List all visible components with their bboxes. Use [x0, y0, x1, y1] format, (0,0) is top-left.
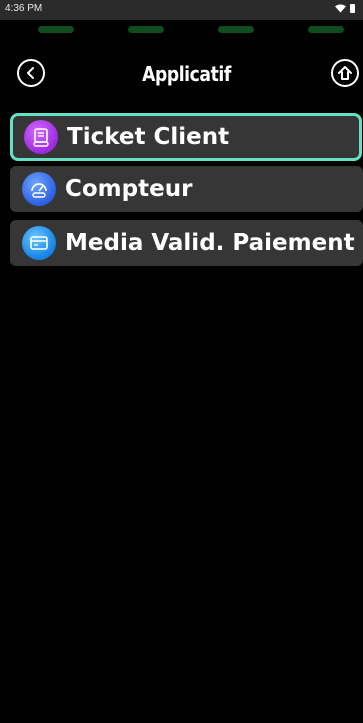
menu-item-label: Compteur [65, 176, 193, 202]
device-screen: 4:36 PM Applicatif Ticket Client Compteu… [0, 0, 363, 723]
menu-item-ticket-client[interactable]: Ticket Client [10, 113, 362, 161]
status-pill [128, 26, 164, 33]
receipt-icon [24, 120, 58, 154]
status-time: 4:36 PM [5, 3, 43, 14]
status-pill [218, 26, 254, 33]
card-icon [22, 226, 56, 260]
status-pill [308, 26, 344, 33]
app-frame: Applicatif Ticket Client Compteur Media … [10, 34, 363, 723]
status-bar: 4:36 PM [0, 0, 363, 20]
home-icon [338, 66, 352, 80]
menu-item-label: Media Valid. Paiement [65, 230, 355, 256]
menu-item-label: Ticket Client [67, 124, 230, 150]
menu-list: Ticket Client Compteur Media Valid. Paie… [10, 113, 363, 274]
menu-item-media-valid-paiement[interactable]: Media Valid. Paiement [10, 220, 363, 266]
home-button[interactable] [331, 59, 359, 87]
status-icons [335, 4, 355, 13]
battery-icon [350, 4, 355, 13]
menu-item-compteur[interactable]: Compteur [10, 166, 363, 212]
gauge-icon [22, 172, 56, 206]
wifi-icon [335, 4, 346, 13]
page-title: Applicatif [142, 62, 231, 86]
status-pill [38, 26, 74, 33]
header: Applicatif [10, 34, 363, 110]
